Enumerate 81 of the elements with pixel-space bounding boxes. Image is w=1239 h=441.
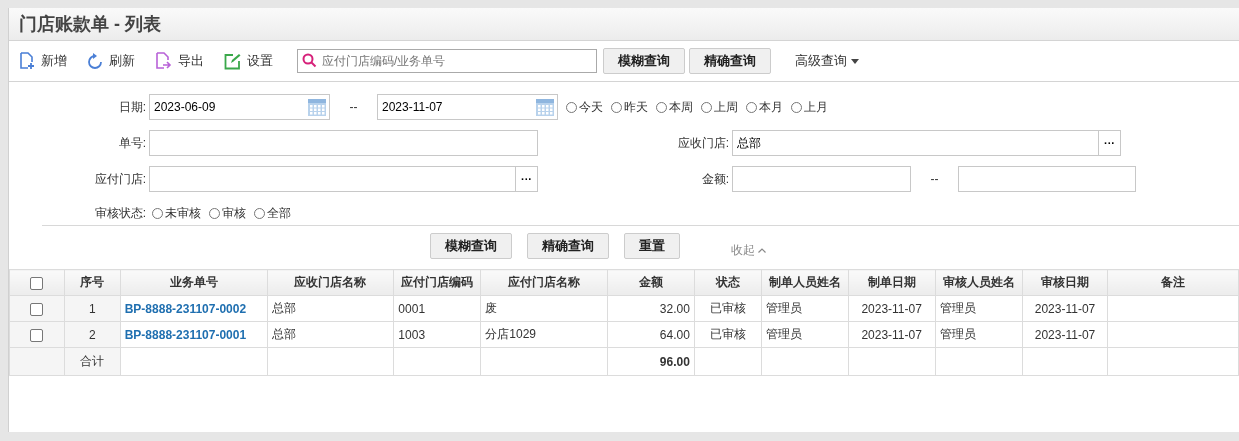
window-title: 门店账款单 - 列表	[19, 13, 161, 36]
table-cell: 2023-11-07	[848, 321, 936, 348]
table-cell: 分店1029	[480, 321, 608, 348]
toolbar-button[interactable]: 导出	[155, 52, 204, 70]
table-cell: 管理员	[935, 321, 1023, 348]
table-cell: 管理员	[935, 295, 1023, 322]
column-header[interactable]: 审核人员姓名	[935, 269, 1023, 296]
radio-label: 本月	[759, 98, 783, 116]
paying-store-field[interactable]: ···	[149, 166, 538, 192]
column-header[interactable]: 序号	[64, 269, 121, 296]
radio-label: 未审核	[165, 205, 201, 222]
row-checkbox[interactable]	[30, 328, 44, 342]
table-cell: 废	[480, 295, 608, 322]
table-cell: 总部	[267, 321, 394, 348]
collapse-link[interactable]: 收起	[725, 240, 772, 260]
table-cell: 总部	[267, 295, 394, 322]
date-field[interactable]: 2023-06-09	[149, 94, 330, 120]
filter-button[interactable]: 模糊查询	[430, 233, 512, 259]
toolbar-button[interactable]: 设置	[224, 52, 273, 70]
caret-icon	[851, 58, 859, 64]
search-icon	[302, 53, 317, 68]
calendar-icon	[535, 97, 555, 117]
column-header[interactable]: 制单人员姓名	[761, 269, 849, 296]
radio-label: 上月	[804, 98, 828, 116]
radio-label: 本周	[669, 98, 693, 116]
table-cell: 管理员	[761, 295, 849, 322]
table-cell: 管理员	[761, 321, 849, 348]
radio-label: 上周	[714, 98, 738, 116]
field-label: 应收门店:	[676, 134, 729, 152]
table-cell: 32.00	[607, 295, 695, 322]
amount-from-field[interactable]	[732, 166, 911, 192]
column-header[interactable]: 业务单号	[120, 269, 268, 296]
range-separator: --	[929, 172, 940, 186]
search-field[interactable]: 应付门店编码/业务单号	[297, 49, 597, 73]
order-number-field[interactable]	[149, 130, 538, 156]
table-cell: 2023-11-07	[1022, 321, 1108, 348]
field-label: 审核状态:	[93, 205, 146, 222]
field-label: 应付门店:	[93, 170, 146, 188]
radio-label: 今天	[579, 98, 603, 116]
row-checkbox[interactable]	[30, 302, 44, 316]
table-cell: 2023-11-07	[848, 295, 936, 322]
column-header[interactable]: 状态	[694, 269, 762, 296]
refresh-icon	[87, 52, 103, 70]
total-label: 合计	[64, 347, 121, 376]
table-cell: 64.00	[607, 321, 695, 348]
total-amount: 96.00	[607, 347, 695, 376]
field-label: 日期:	[117, 98, 146, 116]
table-cell: 0001	[393, 295, 481, 322]
filter-button[interactable]: 重置	[624, 233, 680, 259]
radio-label: 全部	[267, 205, 291, 222]
column-header[interactable]: 审核日期	[1022, 269, 1108, 296]
table-cell: 2023-11-07	[1022, 295, 1108, 322]
amount-to-field[interactable]	[958, 166, 1136, 192]
range-separator: --	[348, 100, 359, 114]
advanced-search-dropdown[interactable]: 高级查询	[789, 51, 865, 71]
search-button[interactable]: 模糊查询	[603, 48, 685, 74]
table-cell: 1003	[393, 321, 481, 348]
field-label: 单号:	[117, 134, 146, 152]
column-header[interactable]: 制单日期	[848, 269, 936, 296]
radio-label: 审核	[222, 205, 246, 222]
filter-button[interactable]: 精确查询	[527, 233, 609, 259]
table-cell: 已审核	[694, 321, 762, 348]
select-all-checkbox[interactable]	[30, 276, 44, 290]
column-header[interactable]: 金额	[607, 269, 695, 296]
search-button[interactable]: 精确查询	[689, 48, 771, 74]
column-header[interactable]: 应付门店名称	[480, 269, 608, 296]
column-header[interactable]: 应付门店编码	[393, 269, 481, 296]
toolbar-button[interactable]: 新增	[19, 52, 67, 70]
date-field[interactable]: 2023-11-07	[377, 94, 558, 120]
chevron-up-icon	[758, 247, 766, 253]
edit-icon	[224, 52, 241, 70]
export-icon	[155, 52, 172, 70]
field-label: 金额:	[700, 170, 729, 188]
column-header[interactable]: 应收门店名称	[267, 269, 394, 296]
toolbar-button[interactable]: 刷新	[87, 52, 135, 70]
add-document-icon	[19, 52, 35, 70]
table-cell: 已审核	[694, 295, 762, 322]
calendar-icon	[307, 97, 327, 117]
receiving-store-field[interactable]: 总部 ···	[732, 130, 1121, 156]
radio-label: 昨天	[624, 98, 648, 116]
column-header[interactable]: 备注	[1107, 269, 1239, 296]
